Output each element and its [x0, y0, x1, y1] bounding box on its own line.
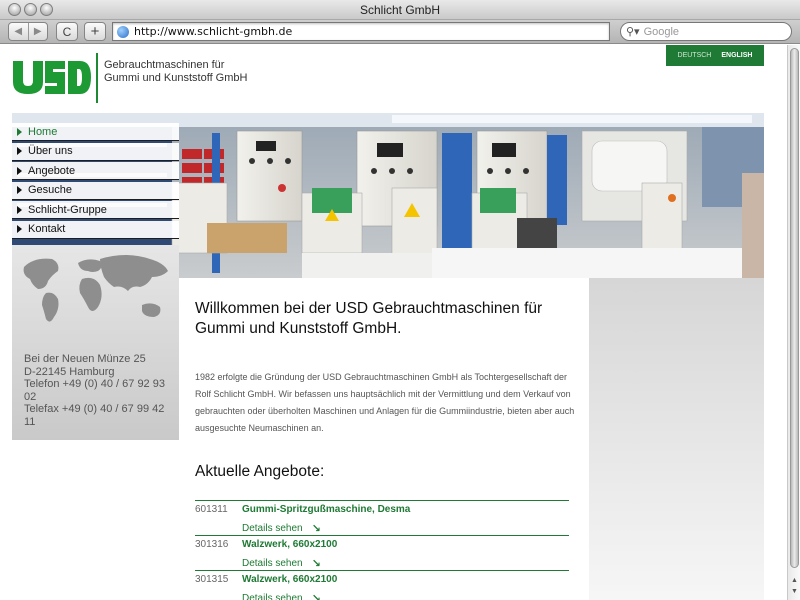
offer-details-link[interactable]: Details sehen ↘	[242, 522, 321, 535]
window-title: Schlicht GmbH	[359, 3, 441, 17]
nav-arrow-icon	[17, 205, 22, 214]
search-icon: ⚲▾	[626, 26, 640, 38]
back-forward-group: ◀ ▶	[8, 22, 48, 41]
scrollbar-thumb[interactable]	[790, 48, 799, 568]
nav-arrow-icon	[17, 147, 22, 155]
offer-row: 301316 Walzwerk, 660x2100 Details sehen …	[195, 536, 569, 571]
arrow-down-right-icon: ↘	[311, 558, 321, 570]
address-street: Bei der Neuen Münze 25	[24, 353, 146, 365]
offer-title-link[interactable]: Walzwerk, 660x2100	[242, 539, 337, 550]
nav-item-label: Kontakt	[28, 223, 66, 235]
contact-infobox: Bei der Neuen Münze 25 D-22145 Hamburg T…	[12, 245, 179, 440]
nav-item-angebote[interactable]: Angebote	[12, 162, 179, 180]
lang-deutsch-link[interactable]: DEUTSCH	[678, 52, 712, 59]
nav-item-schlicht-gruppe[interactable]: Schlicht-Gruppe	[12, 201, 179, 219]
address-phone: Telefon +49 (0) 40 / 67 92 93 02	[24, 378, 165, 403]
offer-details-link[interactable]: Details sehen ↘	[242, 592, 321, 600]
search-field[interactable]: ⚲▾ Google	[620, 22, 792, 41]
globe-icon	[117, 25, 129, 38]
nav-item-label: Über uns	[28, 145, 73, 157]
intro-paragraph: 1982 erfolgte die Gründung der USD Gebra…	[195, 372, 575, 433]
right-gradient-panel	[589, 278, 764, 600]
details-label: Details sehen	[242, 593, 303, 600]
address-fax: Telefax +49 (0) 40 / 67 99 42 11	[24, 403, 165, 428]
details-label: Details sehen	[242, 523, 303, 534]
welcome-heading: Willkommen bei der USD Gebrauchtmaschine…	[195, 300, 543, 337]
lang-english-link[interactable]: ENGLISH	[721, 52, 752, 59]
offer-row: 601311 Gummi-Spritzgußmaschine, Desma De…	[195, 501, 569, 536]
forward-button[interactable]: ▶	[28, 26, 47, 37]
logo-divider	[96, 53, 98, 103]
nav-item-home[interactable]: Home	[12, 123, 179, 141]
language-bar: DEUTSCH ENGLISH	[666, 45, 764, 66]
search-placeholder: Google	[643, 25, 680, 38]
nav-arrow-icon	[17, 127, 22, 136]
offers-heading: Aktuelle Angebote:	[195, 463, 325, 480]
offer-row: 301315 Walzwerk, 660x2100 Details sehen …	[195, 571, 569, 600]
offer-title-link[interactable]: Gummi-Spritzgußmaschine, Desma	[242, 504, 410, 515]
world-map-image	[23, 255, 168, 322]
address-city: D-22145 Hamburg	[24, 365, 115, 378]
nav-item-kontakt[interactable]: Kontakt	[12, 220, 179, 239]
nav-item-label: Angebote	[28, 164, 76, 177]
offer-id: 301315	[195, 574, 229, 585]
browser-toolbar: ◀ ▶ C + http://www.schlicht-gmbh.de ⚲▾ G…	[0, 20, 800, 44]
page-scrollbar[interactable]: ▲ ▼	[787, 45, 800, 600]
usd-logo	[12, 59, 92, 95]
nav-item-gesuche[interactable]: Gesuche	[12, 181, 179, 200]
nav-item-label: Schlicht-Gruppe	[28, 203, 107, 216]
page-viewport: Gebrauchtmaschinen für Gummi und Kunstst…	[0, 45, 787, 600]
address-bar[interactable]: http://www.schlicht-gmbh.de	[112, 22, 610, 41]
details-label: Details sehen	[242, 558, 303, 569]
nav-arrow-icon	[17, 225, 22, 233]
nav-item-label: Gesuche	[28, 184, 73, 196]
address-url: http://www.schlicht-gmbh.de	[134, 25, 293, 38]
back-button[interactable]: ◀	[9, 26, 28, 37]
main-nav: Home Über uns Angebote Gesuche Schlicht-…	[12, 123, 179, 240]
nav-item-label: Home	[28, 125, 58, 138]
offer-details-link[interactable]: Details sehen ↘	[242, 557, 321, 570]
company-name: Gebrauchtmaschinen für Gummi und Kunstst…	[104, 59, 264, 85]
nav-arrow-icon	[17, 166, 22, 175]
offer-title-link[interactable]: Walzwerk, 660x2100	[242, 574, 337, 585]
scroll-up-icon[interactable]: ▲	[789, 577, 800, 587]
reload-button[interactable]: C	[56, 22, 78, 41]
company-address: Bei der Neuen Münze 25 D-22145 Hamburg T…	[24, 353, 174, 428]
arrow-down-right-icon: ↘	[311, 523, 321, 535]
nav-item-ueber-uns[interactable]: Über uns	[12, 142, 179, 161]
offer-id: 301316	[195, 539, 229, 550]
scroll-down-icon[interactable]: ▼	[789, 588, 800, 598]
add-bookmark-button[interactable]: +	[84, 22, 106, 41]
plus-icon: +	[90, 23, 100, 40]
window-titlebar: Schlicht GmbH	[0, 0, 800, 20]
main-content: Willkommen bei der USD Gebrauchtmaschine…	[195, 299, 575, 600]
company-name-line1: Gebrauchtmaschinen für	[104, 59, 225, 71]
reload-icon: C	[62, 24, 72, 39]
offer-id: 601311	[195, 504, 228, 515]
offers-list: 601311 Gummi-Spritzgußmaschine, Desma De…	[195, 500, 569, 600]
nav-arrow-icon	[17, 186, 22, 194]
arrow-down-right-icon: ↘	[311, 593, 321, 600]
company-name-line2: Gummi und Kunststoff GmbH	[104, 72, 248, 84]
